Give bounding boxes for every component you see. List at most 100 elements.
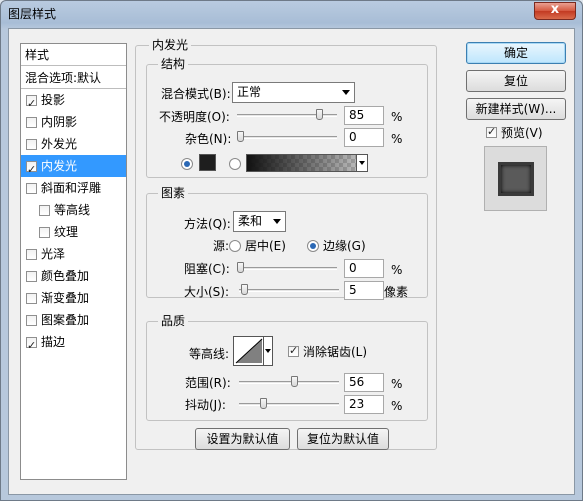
style-checkbox[interactable] [26,293,37,304]
jitter-input[interactable]: 23 [344,395,384,414]
style-checkbox[interactable] [26,139,37,150]
style-list-item-label: 内发光 [41,159,78,173]
ok-button[interactable]: 确定 [466,42,566,64]
jitter-slider-thumb[interactable] [260,398,268,409]
style-checkbox[interactable] [26,335,37,357]
choke-slider-track[interactable] [237,267,337,270]
style-list-item[interactable]: 光泽 [21,243,126,265]
style-checkbox[interactable] [26,271,37,282]
noise-input[interactable]: 0 [344,128,384,147]
style-list-item-label: 投影 [41,93,66,107]
style-checkbox[interactable] [39,205,50,216]
source-edge-label[interactable]: 边缘(G) [323,238,366,254]
style-checkbox[interactable] [26,315,37,326]
blend-mode-value: 正常 [237,85,262,99]
source-label: 源: [213,239,230,253]
make-default-button[interactable]: 设置为默认值 [195,428,290,450]
solid-color-radio[interactable] [181,158,193,170]
contour-dropdown[interactable] [263,337,272,365]
size-slider-track[interactable] [239,289,339,292]
antialias-label[interactable]: 消除锯齿(L) [303,344,367,360]
source-edge-radio[interactable] [307,240,319,252]
style-preview-box [484,146,547,211]
choke-input[interactable]: 0 [344,259,384,278]
style-checkbox[interactable] [39,227,50,238]
reset-label: 复位 [503,74,528,88]
ok-label: 确定 [503,46,528,60]
opacity-unit: % [391,110,403,124]
new-style-button[interactable]: 新建样式(W)... [466,98,566,120]
style-list-item-label: 外发光 [41,137,78,151]
style-list-item[interactable]: 内阴影 [21,111,126,133]
noise-slider-track[interactable] [237,136,337,139]
style-list-item-label: 光泽 [41,247,66,261]
style-checkbox[interactable] [26,117,37,128]
style-checkbox[interactable] [26,93,37,115]
method-label: 方法(Q): [184,217,231,231]
size-label: 大小(S): [184,285,230,299]
noise-label: 杂色(N): [185,132,232,146]
glow-color-swatch[interactable] [199,154,216,171]
range-unit: % [391,377,403,391]
size-input[interactable]: 5 [344,281,384,300]
close-icon: x [550,2,560,17]
style-list-item[interactable]: 渐变叠加 [21,287,126,309]
style-list-item[interactable]: 描边 [21,331,126,357]
style-checkbox[interactable] [26,249,37,260]
style-list-item[interactable]: 投影 [21,89,126,115]
gradient-dropdown[interactable] [356,154,368,172]
gradient-radio[interactable] [229,158,241,170]
range-slider-track[interactable] [239,381,339,384]
style-list-item[interactable]: 等高线 [21,199,126,221]
jitter-slider-track[interactable] [239,403,339,406]
style-list-item[interactable]: 图案叠加 [21,309,126,331]
style-checkbox[interactable] [26,159,37,181]
choke-unit: % [391,263,403,277]
close-button[interactable]: x [534,2,576,20]
range-label: 范围(R): [185,376,231,390]
opacity-label: 不透明度(O): [159,110,230,124]
range-input[interactable]: 56 [344,373,384,392]
blend-options-row[interactable]: 混合选项:默认 [21,67,126,89]
antialias-checkbox[interactable] [288,344,299,357]
chevron-down-icon [359,161,365,165]
reset-default-button[interactable]: 复位为默认值 [297,428,389,450]
opacity-slider-thumb[interactable] [316,109,324,120]
style-preview-swatch [498,162,534,196]
preview-label[interactable]: 预览(V) [501,125,543,141]
style-list-item[interactable]: 纹理 [21,221,126,243]
style-list: 样式 混合选项:默认 投影内阴影外发光内发光斜面和浮雕等高线纹理光泽颜色叠加渐变… [20,43,127,480]
make-default-label: 设置为默认值 [206,432,279,446]
noise-slider-thumb[interactable] [237,131,244,142]
contour-picker[interactable] [233,336,273,366]
gradient-picker[interactable] [246,154,368,172]
style-list-item[interactable]: 颜色叠加 [21,265,126,287]
quality-legend: 品质 [158,314,189,328]
style-checkbox[interactable] [26,183,37,194]
range-slider-thumb[interactable] [291,376,299,387]
style-list-item-label: 颜色叠加 [41,269,90,283]
blend-mode-label: 混合模式(B): [161,87,231,101]
style-list-item-label: 内阴影 [41,115,78,129]
dialog-client: 样式 混合选项:默认 投影内阴影外发光内发光斜面和浮雕等高线纹理光泽颜色叠加渐变… [8,28,575,495]
source-center-label[interactable]: 居中(E) [245,238,286,254]
style-list-item[interactable]: 外发光 [21,133,126,155]
jitter-unit: % [391,399,403,413]
style-list-item[interactable]: 斜面和浮雕 [21,177,126,199]
style-list-header[interactable]: 样式 [21,44,126,66]
opacity-input[interactable]: 85 [344,106,384,125]
choke-slider-thumb[interactable] [237,262,244,273]
structure-legend: 结构 [158,57,189,71]
preview-checkbox[interactable] [486,125,497,138]
size-slider-thumb[interactable] [240,284,248,295]
method-select[interactable]: 柔和 [233,211,286,232]
style-list-item-label: 描边 [41,335,66,349]
inner-glow-title: 内发光 [149,38,192,52]
blend-mode-select[interactable]: 正常 [232,82,355,103]
style-list-item[interactable]: 内发光 [21,155,126,181]
chevron-down-icon [273,219,281,224]
size-unit: 像素 [384,285,409,299]
source-center-radio[interactable] [229,240,241,252]
title-bar[interactable]: 图层样式 x [1,1,582,25]
reset-button[interactable]: 复位 [466,70,566,92]
